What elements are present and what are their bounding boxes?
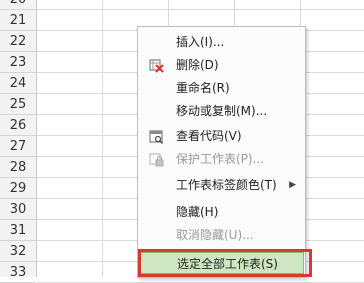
view-code-icon bbox=[149, 129, 164, 144]
row-header[interactable]: 25 bbox=[0, 94, 36, 115]
menu-item-insert[interactable]: 插入(I)... bbox=[139, 31, 304, 53]
row-header[interactable]: 30 bbox=[0, 199, 36, 220]
protect-sheet-icon bbox=[149, 152, 164, 167]
row-header[interactable]: 20 bbox=[0, 0, 36, 10]
row-header[interactable]: 28 bbox=[0, 157, 36, 178]
menu-item-rename[interactable]: 重命名(R) bbox=[139, 77, 304, 99]
menu-item-move-or-copy[interactable]: 移动或复制(M)... bbox=[139, 100, 304, 122]
delete-sheet-icon bbox=[149, 58, 164, 73]
submenu-arrow-icon: ▶ bbox=[289, 180, 296, 190]
menu-item-label: 重命名(R) bbox=[176, 81, 230, 95]
menu-item-label: 插入(I)... bbox=[176, 35, 225, 49]
row-header[interactable]: 21 bbox=[0, 10, 36, 31]
menu-item-protect-sheet[interactable]: 保护工作表(P)... bbox=[139, 148, 304, 170]
sheet-tab-context-menu: 插入(I)... 删除(D) 重命名(R) 移动或复制(M)... 查看代码(V… bbox=[137, 26, 306, 278]
column-divider bbox=[102, 0, 103, 277]
row-header[interactable]: 32 bbox=[0, 241, 36, 262]
row-header[interactable]: 23 bbox=[0, 52, 36, 73]
menu-item-label: 工作表标签颜色(T) bbox=[176, 178, 277, 192]
row-header-column: 20 21 22 23 24 25 26 27 28 29 30 31 32 3… bbox=[0, 0, 37, 283]
row-header[interactable]: 27 bbox=[0, 136, 36, 157]
row-header[interactable]: 29 bbox=[0, 178, 36, 199]
menu-item-label: 查看代码(V) bbox=[176, 129, 242, 143]
row-header[interactable]: 22 bbox=[0, 31, 36, 52]
row-header[interactable]: 24 bbox=[0, 73, 36, 94]
menu-item-label: 隐藏(H) bbox=[176, 205, 219, 219]
menu-item-hide[interactable]: 隐藏(H) bbox=[139, 201, 304, 223]
menu-item-tab-color[interactable]: 工作表标签颜色(T) ▶ bbox=[139, 174, 304, 196]
menu-item-label: 保护工作表(P)... bbox=[176, 152, 265, 166]
menu-item-unhide[interactable]: 取消隐藏(U)... bbox=[139, 224, 304, 246]
row-header[interactable]: 26 bbox=[0, 115, 36, 136]
menu-item-label: 移动或复制(M)... bbox=[176, 104, 268, 118]
menu-item-label: 删除(D) bbox=[176, 58, 219, 72]
menu-item-delete[interactable]: 删除(D) bbox=[139, 54, 304, 76]
grid-row[interactable] bbox=[37, 0, 364, 10]
row-header[interactable]: 33 bbox=[0, 262, 36, 283]
menu-item-label: 取消隐藏(U)... bbox=[176, 228, 254, 242]
row-header[interactable]: 31 bbox=[0, 220, 36, 241]
highlight-annotation-box bbox=[138, 249, 312, 277]
menu-item-view-code[interactable]: 查看代码(V) bbox=[139, 125, 304, 147]
